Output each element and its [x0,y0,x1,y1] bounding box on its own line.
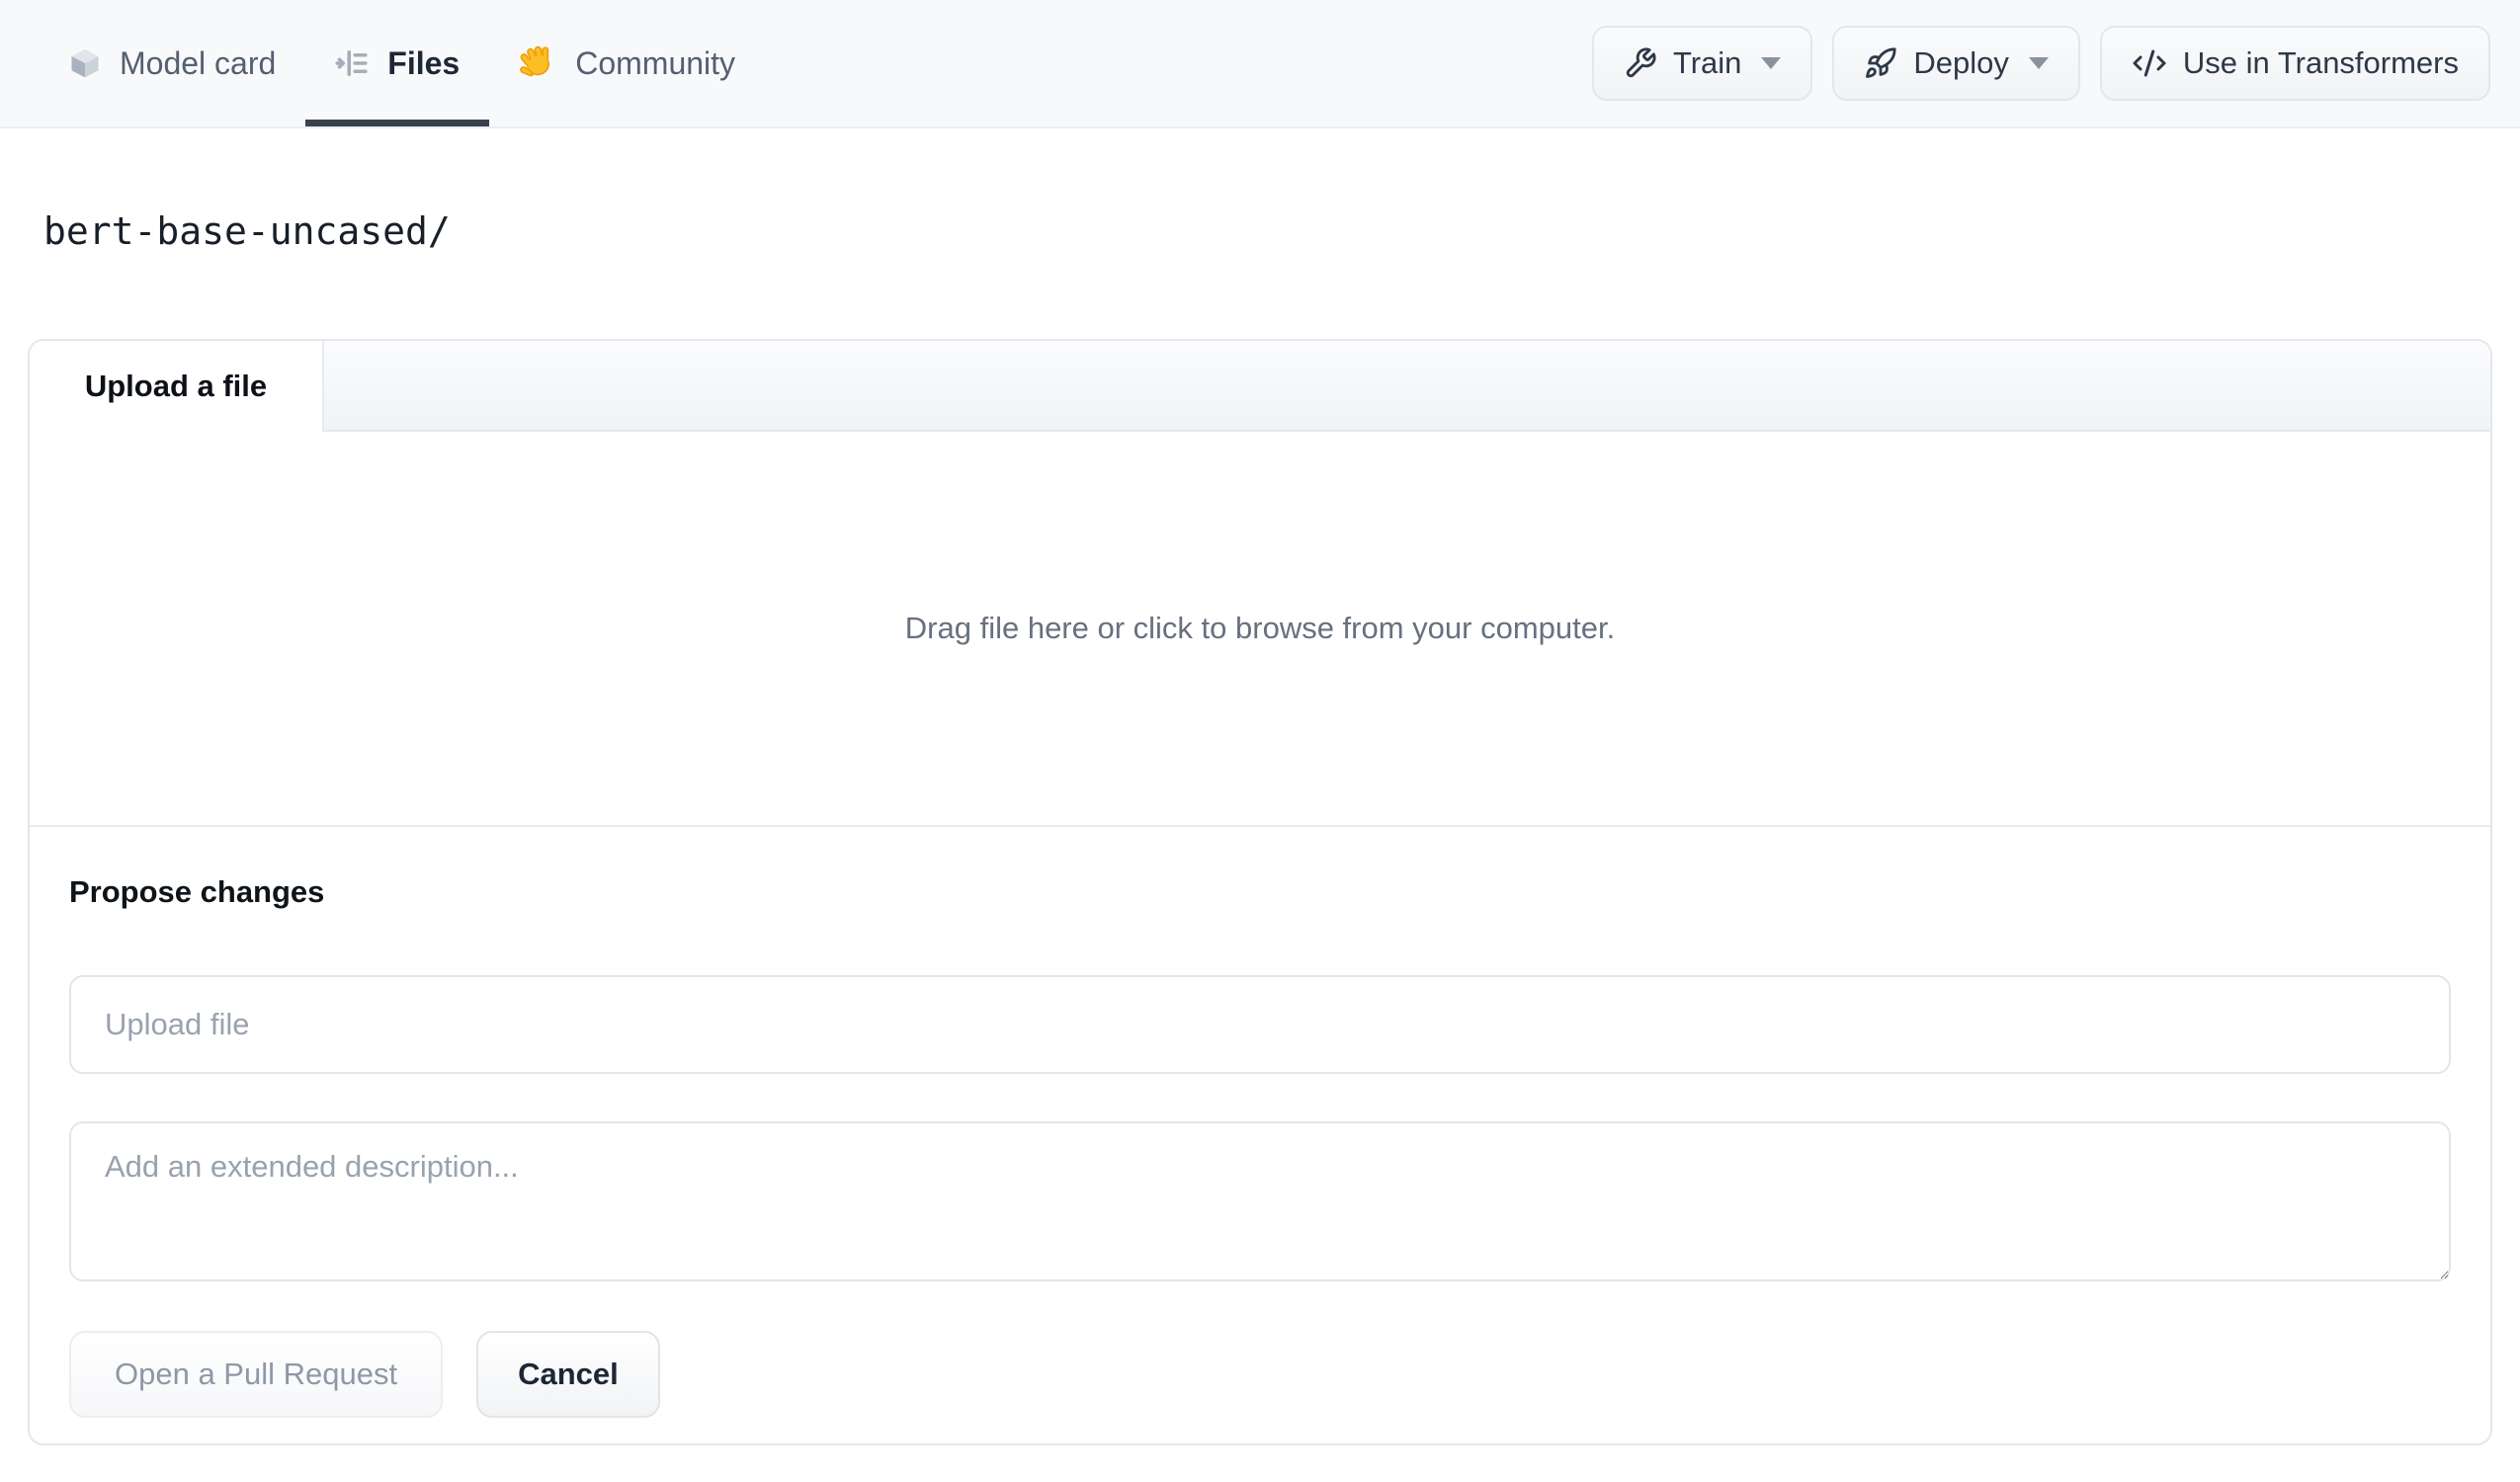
open-pull-request-button[interactable]: Open a Pull Request [69,1331,444,1418]
tabstrip-filler [322,341,2490,432]
use-in-transformers-label: Use in Transformers [2182,45,2459,80]
chevron-down-icon [2028,57,2049,69]
breadcrumb[interactable]: bert-base-uncased/ [43,207,2520,255]
tab-files[interactable]: Files [305,0,489,126]
file-tree-icon [335,45,371,81]
upload-file-input[interactable] [69,975,2451,1074]
upload-tab-label: Upload a file [84,369,268,403]
chevron-down-icon [1761,57,1782,69]
propose-changes-heading: Propose changes [69,874,325,909]
tab-label: Community [575,44,736,81]
wrench-icon [1624,46,1657,80]
tab-upload-a-file[interactable]: Upload a file [30,341,322,432]
cube-icon [67,45,103,81]
dropzone-text: Drag file here or click to browse from y… [904,611,1616,645]
propose-changes-section: Propose changes Open a Pull Request Canc… [30,825,2490,1418]
tab-community[interactable]: Community [489,0,765,126]
waving-hand-icon [519,43,558,83]
repo-tab-bar: Model card Files Community [38,0,765,126]
deploy-button[interactable]: Deploy [1832,26,2080,101]
repo-header: Model card Files Community Train Deploy … [0,0,2520,128]
deploy-button-label: Deploy [1913,45,2009,80]
train-button[interactable]: Train [1591,26,1813,101]
tab-model-card[interactable]: Model card [38,0,305,126]
tab-label: Model card [120,44,277,81]
tab-label: Files [387,44,461,81]
extended-description-textarea[interactable] [69,1121,2451,1281]
cancel-button[interactable]: Cancel [476,1331,660,1418]
file-dropzone[interactable]: Drag file here or click to browse from y… [30,432,2490,825]
repo-actions: Train Deploy Use in Transformers [1591,0,2490,126]
code-icon [2132,45,2167,81]
upload-panel: Upload a file Drag file here or click to… [28,339,2492,1445]
use-in-transformers-button[interactable]: Use in Transformers [2099,26,2490,101]
train-button-label: Train [1672,45,1742,80]
upload-tabstrip: Upload a file [30,341,2490,432]
rocket-icon [1864,46,1897,80]
propose-actions-row: Open a Pull Request Cancel [69,1331,2451,1418]
